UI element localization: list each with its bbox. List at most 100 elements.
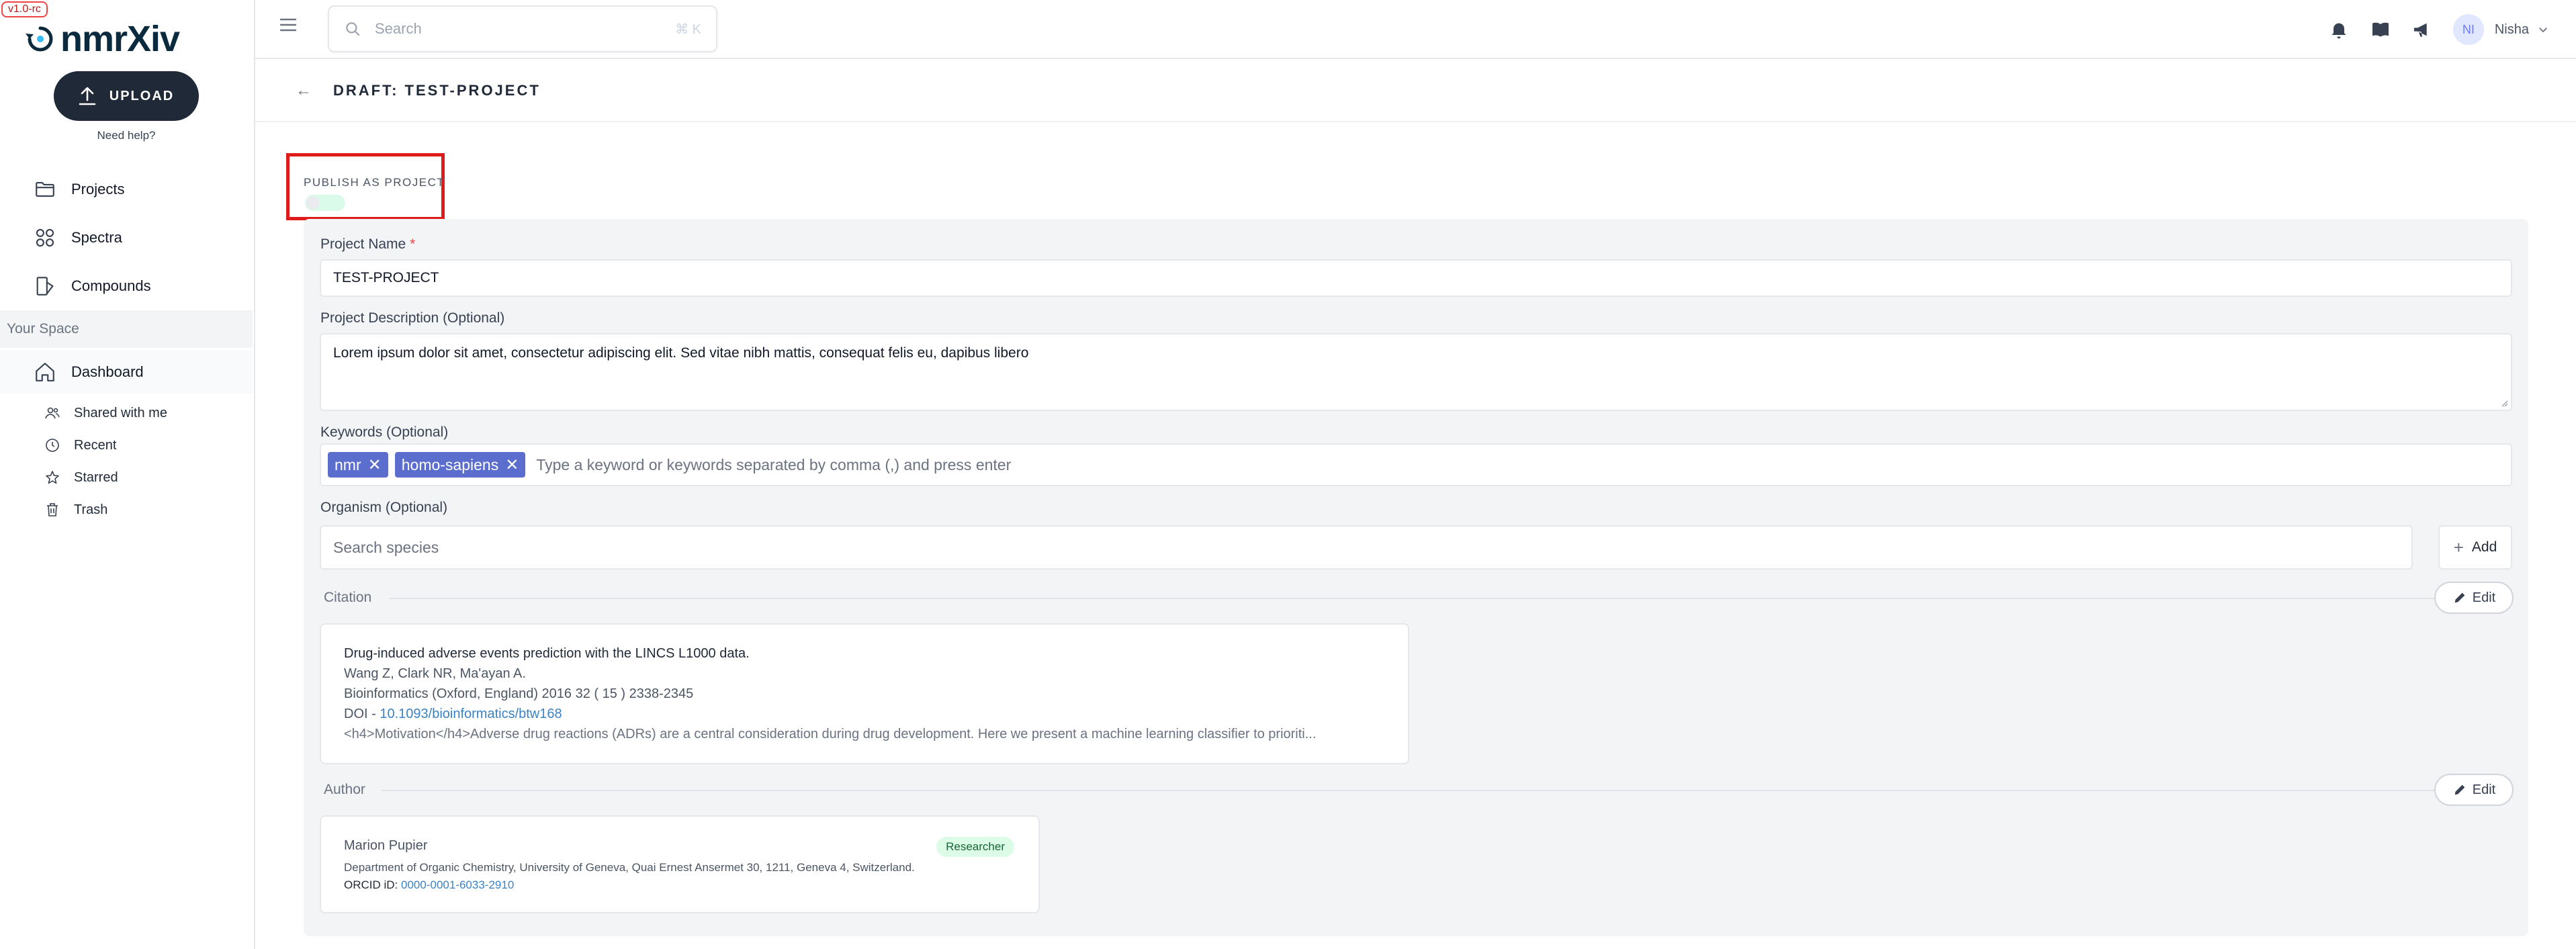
description-text: Lorem ipsum dolor sit amet, consectetur … bbox=[333, 345, 1029, 361]
page-header: ← DRAFT: TEST-PROJECT bbox=[255, 60, 2576, 122]
top-actions: NI Nisha bbox=[2328, 14, 2549, 45]
version-badge: v1.0-rc bbox=[1, 1, 48, 17]
edit-citation-button[interactable]: Edit bbox=[2434, 582, 2514, 614]
citation-abstract: <h4>Motivation</h4>Adverse drug reaction… bbox=[344, 727, 1317, 741]
star-icon bbox=[46, 471, 59, 484]
orcid-link[interactable]: 0000-0001-6033-2910 bbox=[401, 878, 514, 891]
pencil-icon bbox=[2454, 784, 2465, 795]
author-divider bbox=[376, 790, 2434, 791]
chevron-down-icon[interactable] bbox=[2537, 24, 2549, 36]
keywords-input[interactable]: nmr ✕ homo-sapiens ✕ Type a keyword or k… bbox=[320, 443, 2512, 486]
search-placeholder: Search bbox=[375, 20, 422, 37]
sidebar-item-label: Trash bbox=[74, 502, 108, 517]
folder-icon bbox=[36, 182, 54, 197]
citation-journal: Bioinformatics (Oxford, England) 2016 32… bbox=[344, 686, 694, 701]
sidebar-item-spectra[interactable]: Spectra bbox=[0, 216, 253, 259]
sidebar-item-label: Recent bbox=[74, 437, 117, 453]
citation-section-header: Citation bbox=[324, 584, 388, 611]
citation-divider bbox=[390, 598, 2434, 599]
sidebar-item-trash[interactable]: Trash bbox=[0, 494, 253, 525]
orcid-label: ORCID iD: bbox=[344, 878, 398, 891]
keywords-placeholder: Type a keyword or keywords separated by … bbox=[536, 455, 1012, 473]
citation-card: Drug-induced adverse events prediction w… bbox=[320, 623, 1409, 764]
upload-button[interactable]: UPLOAD bbox=[54, 71, 199, 121]
doi-link[interactable]: 10.1093/bioinformatics/btw168 bbox=[380, 707, 562, 721]
logo-mark-icon bbox=[26, 26, 53, 52]
keyword-chip: nmr ✕ bbox=[328, 452, 388, 478]
sidebar-item-starred[interactable]: Starred bbox=[0, 462, 253, 493]
description-label: Project Description (Optional) bbox=[320, 310, 505, 326]
back-button[interactable]: ← bbox=[296, 81, 312, 100]
organism-label: Organism (Optional) bbox=[320, 500, 448, 515]
upload-label: UPLOAD bbox=[109, 88, 175, 103]
megaphone-icon[interactable] bbox=[2411, 19, 2433, 40]
add-organism-button[interactable]: + Add bbox=[2438, 525, 2512, 570]
search-shortcut: ⌘ K bbox=[675, 21, 701, 37]
author-affiliation: Department of Organic Chemistry, Univers… bbox=[344, 861, 915, 874]
sidebar-item-shared[interactable]: Shared with me bbox=[0, 398, 253, 428]
author-section-header: Author bbox=[324, 776, 382, 803]
molecule-icon bbox=[36, 277, 54, 296]
remove-keyword-icon[interactable]: ✕ bbox=[505, 455, 519, 475]
add-label: Add bbox=[2471, 539, 2497, 555]
author-name-link[interactable]: Marion Pupier bbox=[344, 838, 428, 854]
sidebar-item-label: Shared with me bbox=[74, 405, 167, 420]
required-mark: * bbox=[410, 236, 416, 252]
project-name-field[interactable]: TEST-PROJECT bbox=[320, 259, 2512, 297]
search-input[interactable]: Search ⌘ K bbox=[328, 5, 717, 52]
toggle-knob bbox=[306, 196, 320, 210]
user-name[interactable]: Nisha bbox=[2495, 22, 2529, 38]
plus-icon: + bbox=[2453, 537, 2464, 557]
sidebar: v1.0-rc nmrXiv UPLOAD Need help? Project… bbox=[0, 0, 255, 949]
sidebar-item-recent[interactable]: Recent bbox=[0, 430, 253, 461]
citation-authors-link[interactable]: Wang Z, Clark NR, Ma'ayan A. bbox=[344, 666, 526, 682]
citation-doi: DOI - 10.1093/bioinformatics/btw168 bbox=[344, 707, 562, 722]
users-icon bbox=[45, 407, 60, 419]
project-name-label-text: Project Name bbox=[320, 236, 406, 252]
clock-icon bbox=[46, 439, 59, 452]
project-name-label: Project Name * bbox=[320, 236, 415, 253]
edit-label: Edit bbox=[2472, 590, 2496, 605]
author-orcid: ORCID iD: 0000-0001-6033-2910 bbox=[344, 878, 514, 892]
sidebar-item-label: Projects bbox=[71, 181, 125, 197]
sidebar-item-label: Starred bbox=[74, 469, 118, 485]
pencil-icon bbox=[2454, 592, 2465, 603]
publish-as-project-label: PUBLISH AS PROJECT bbox=[304, 176, 445, 189]
nmrxiv-logo[interactable]: nmrXiv bbox=[20, 19, 180, 59]
keywords-label: Keywords (Optional) bbox=[320, 424, 449, 440]
menu-icon[interactable] bbox=[278, 15, 298, 35]
role-badge: Researcher bbox=[936, 837, 1014, 857]
publish-toggle[interactable] bbox=[305, 195, 345, 211]
sidebar-item-label: Spectra bbox=[71, 229, 122, 246]
sidebar-item-label: Dashboard bbox=[71, 363, 144, 380]
avatar[interactable]: NI bbox=[2452, 14, 2484, 45]
sidebar-item-projects[interactable]: Projects bbox=[0, 168, 253, 211]
author-title: Author bbox=[324, 782, 365, 797]
description-textarea[interactable]: Lorem ipsum dolor sit amet, consectetur … bbox=[320, 333, 2512, 411]
remove-keyword-icon[interactable]: ✕ bbox=[368, 455, 382, 475]
keyword-chip-label: homo-sapiens bbox=[401, 455, 499, 473]
sidebar-item-compounds[interactable]: Compounds bbox=[0, 265, 253, 308]
top-bar: Search ⌘ K NI Nisha bbox=[255, 0, 2576, 59]
sidebar-item-label: Compounds bbox=[71, 277, 151, 294]
need-help-link[interactable]: Need help? bbox=[0, 129, 253, 142]
organism-search-input[interactable]: Search species bbox=[320, 525, 2413, 570]
grid-icon bbox=[36, 228, 54, 247]
keyword-chip: homo-sapiens ✕ bbox=[394, 452, 526, 478]
doi-prefix: DOI - bbox=[344, 707, 380, 721]
home-icon bbox=[36, 363, 54, 381]
sidebar-item-dashboard[interactable]: Dashboard bbox=[0, 351, 253, 394]
your-space-label: Your Space bbox=[0, 310, 253, 348]
search-icon bbox=[346, 22, 360, 36]
logo-text: nmrXiv bbox=[60, 19, 180, 59]
edit-author-button[interactable]: Edit bbox=[2434, 774, 2514, 806]
citation-article-title: Drug-induced adverse events prediction w… bbox=[344, 646, 750, 661]
author-card: Marion Pupier Researcher Department of O… bbox=[320, 815, 1040, 913]
upload-icon bbox=[79, 87, 96, 105]
bell-icon[interactable] bbox=[2328, 19, 2350, 40]
book-icon[interactable] bbox=[2370, 19, 2391, 40]
citation-title: Citation bbox=[324, 590, 372, 605]
resize-handle-icon[interactable] bbox=[2499, 398, 2508, 407]
trash-icon bbox=[47, 503, 58, 516]
keyword-chip-label: nmr bbox=[335, 455, 361, 473]
